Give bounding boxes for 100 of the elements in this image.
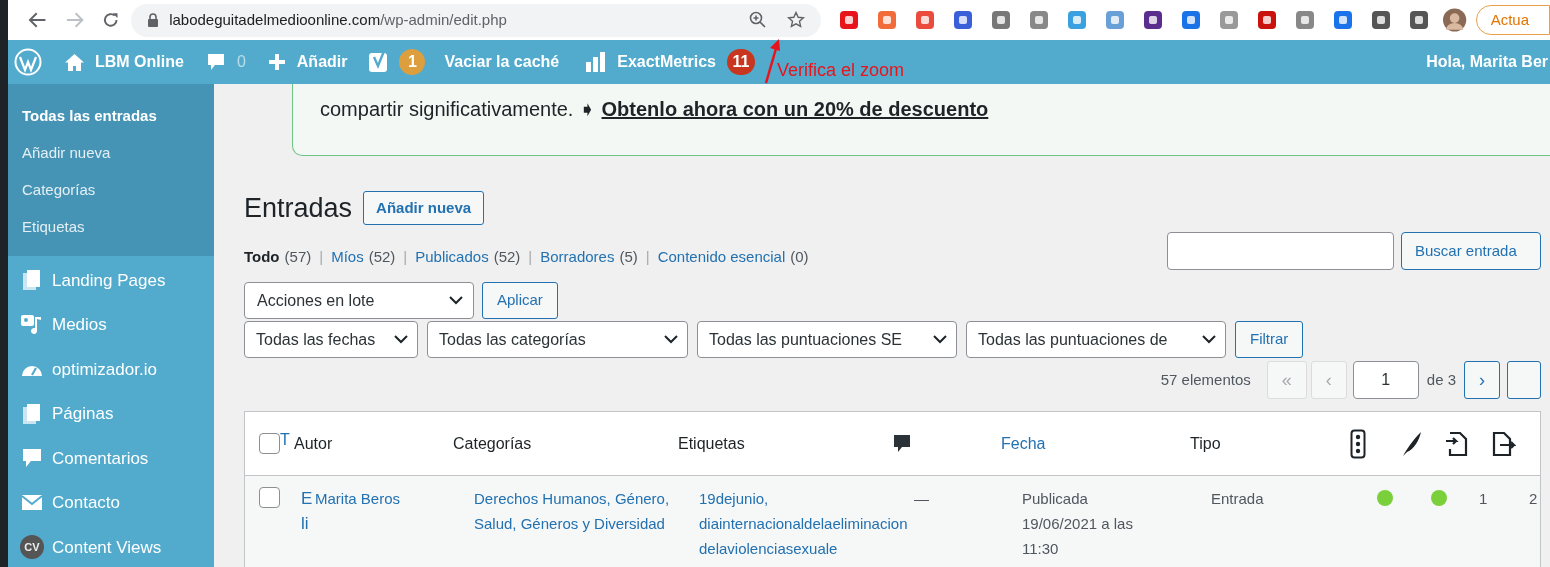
extension-icon[interactable] — [991, 10, 1012, 30]
view-count: (52) — [493, 247, 521, 268]
search-field[interactable] — [1167, 232, 1394, 270]
menu-item[interactable]: Medios — [52, 312, 107, 338]
filter-dropdown[interactable]: Todas las puntuaciones de — [966, 321, 1226, 358]
submenu-item[interactable]: Etiquetas — [22, 216, 85, 239]
separator: | — [645, 247, 650, 268]
filter-dropdown[interactable]: Todas las categorías — [427, 321, 688, 358]
chevron-down-icon — [1202, 335, 1216, 344]
menu-item[interactable]: optimizador.io — [52, 356, 157, 382]
promo-text: compartir significativamente. ➧ Obtenlo ahora con un 20% de descuento — [320, 97, 990, 122]
comments-cell: — — [914, 490, 929, 507]
submenu-item[interactable]: Todas las entradas — [22, 105, 157, 128]
add-new-button[interactable]: Añadir nueva — [363, 191, 485, 225]
incoming-link-icon — [1444, 430, 1468, 457]
comment-count: 0 — [236, 52, 246, 72]
column-header: Etiquetas — [678, 433, 745, 454]
star-icon[interactable] — [787, 11, 806, 29]
extension-icon[interactable] — [1371, 10, 1392, 30]
metrics-link[interactable]: ExactMetrics — [617, 50, 716, 74]
comment-icon[interactable] — [205, 52, 226, 72]
url-text: labodeguitadelmedioonline.com/wp-admin/edit.php — [169, 9, 507, 30]
view-filter-link[interactable]: Publicados — [415, 246, 489, 269]
filter-button[interactable]: Filtrar — [1235, 321, 1304, 358]
search-button[interactable]: Buscar entrada — [1401, 232, 1541, 270]
chevron-down-icon — [449, 296, 463, 305]
incoming-links-count: 1 — [1479, 490, 1488, 507]
greeting-link[interactable]: Hola, Marita Ber — [1426, 50, 1548, 74]
page-title: Entradas — [244, 191, 353, 225]
menu-item[interactable]: Comentarios — [52, 445, 149, 471]
column-header[interactable]: T — [280, 428, 290, 452]
chevron-down-icon — [394, 335, 408, 344]
column-header: Tipo — [1190, 433, 1221, 454]
submenu-item[interactable]: Añadir nueva — [22, 142, 111, 165]
chevron-down-icon — [664, 335, 678, 344]
column-header[interactable]: Fecha — [1001, 431, 1046, 456]
items-count: 57 elementos — [1160, 369, 1251, 390]
view-filter-link[interactable]: Contenido esencial — [657, 246, 786, 269]
view-count: (0) — [790, 247, 809, 268]
media-icon — [20, 313, 44, 336]
extension-icon[interactable] — [1143, 10, 1164, 30]
last-page-button[interactable] — [1507, 361, 1541, 399]
clear-cache-link[interactable]: Vaciar la caché — [444, 50, 560, 74]
promo-link[interactable]: Obtenlo ahora con un 20% de descuento — [601, 98, 989, 120]
filter-dropdown[interactable]: Todas las fechas — [244, 321, 418, 358]
add-new-link[interactable]: Añadir — [296, 50, 348, 74]
post-status: Publicada — [1022, 489, 1088, 509]
tags-links[interactable]: 19dejunio, diainternacionaldelaeliminaciondelaviolenciasexuale — [699, 486, 909, 561]
filter-dropdown[interactable]: Todas las puntuaciones SE — [697, 321, 957, 358]
categories-links[interactable]: Derechos Humanos, Género, Salud, Géneros y Diversidad — [474, 486, 684, 536]
pages-icon — [21, 402, 43, 425]
view-filter-link[interactable]: Borradores — [540, 246, 615, 269]
separator: | — [403, 247, 408, 268]
column-header: Autor — [294, 433, 333, 454]
page-total: de 3 — [1426, 369, 1456, 390]
zoom-icon[interactable] — [749, 11, 768, 29]
next-page-button[interactable]: › — [1464, 361, 1500, 399]
menu-item[interactable]: Páginas — [52, 401, 114, 427]
feather-icon — [1402, 430, 1422, 457]
post-type: Entrada — [1211, 490, 1264, 507]
chevron-down-icon — [933, 335, 947, 344]
notification-badge: 1 — [399, 49, 426, 75]
view-filter-link[interactable]: Míos — [331, 246, 364, 269]
author-link[interactable]: Marita Beros — [315, 490, 401, 507]
mail-icon — [21, 494, 43, 512]
lock-icon — [147, 12, 160, 28]
outgoing-link-icon — [1492, 430, 1516, 457]
checkbox[interactable] — [259, 433, 280, 454]
outgoing-links-count: 2 — [1529, 490, 1538, 507]
extension-icon[interactable] — [953, 10, 974, 30]
extension-icon[interactable] — [1409, 10, 1430, 30]
apply-button[interactable]: Aplicar — [482, 282, 558, 319]
separator: | — [528, 247, 533, 268]
menu-item[interactable]: Landing Pages — [52, 267, 166, 293]
site-link[interactable]: LBM Online — [95, 50, 184, 74]
post-title-link[interactable]: Eli — [301, 486, 310, 536]
address-bar[interactable]: labodeguitadelmedioonline.com/wp-admin/edit.php — [131, 3, 822, 37]
menu-item[interactable]: Contacto — [52, 490, 121, 516]
view-count: (5) — [619, 247, 638, 268]
column-header: Categorías — [453, 433, 532, 454]
back-icon[interactable] — [28, 11, 48, 29]
bar-chart-icon[interactable] — [585, 52, 607, 72]
annotation-text: Verifica el zoom — [777, 59, 905, 82]
view-filter-link[interactable]: Todo — [244, 246, 280, 269]
bulk-actions-dropdown[interactable]: Acciones en lote — [244, 282, 474, 319]
plus-icon[interactable] — [267, 53, 286, 71]
extension-icon[interactable] — [839, 10, 860, 30]
submenu-item[interactable]: Categorías — [22, 179, 96, 202]
extension-icon[interactable] — [1181, 10, 1202, 30]
reload-icon[interactable] — [101, 11, 120, 29]
logo-icon: CV — [20, 535, 44, 560]
checkbox[interactable] — [259, 487, 280, 508]
extension-icon[interactable] — [1333, 10, 1354, 30]
pages-icon — [21, 269, 43, 292]
post-date: 19/06/2021 a las 11:30 — [1022, 514, 1134, 559]
extension-icon[interactable] — [1257, 10, 1278, 30]
avatar-icon[interactable] — [1443, 8, 1467, 32]
page-number-field[interactable]: 1 — [1352, 361, 1419, 399]
menu-item[interactable]: Content Views — [52, 534, 162, 560]
home-icon[interactable] — [64, 52, 85, 72]
